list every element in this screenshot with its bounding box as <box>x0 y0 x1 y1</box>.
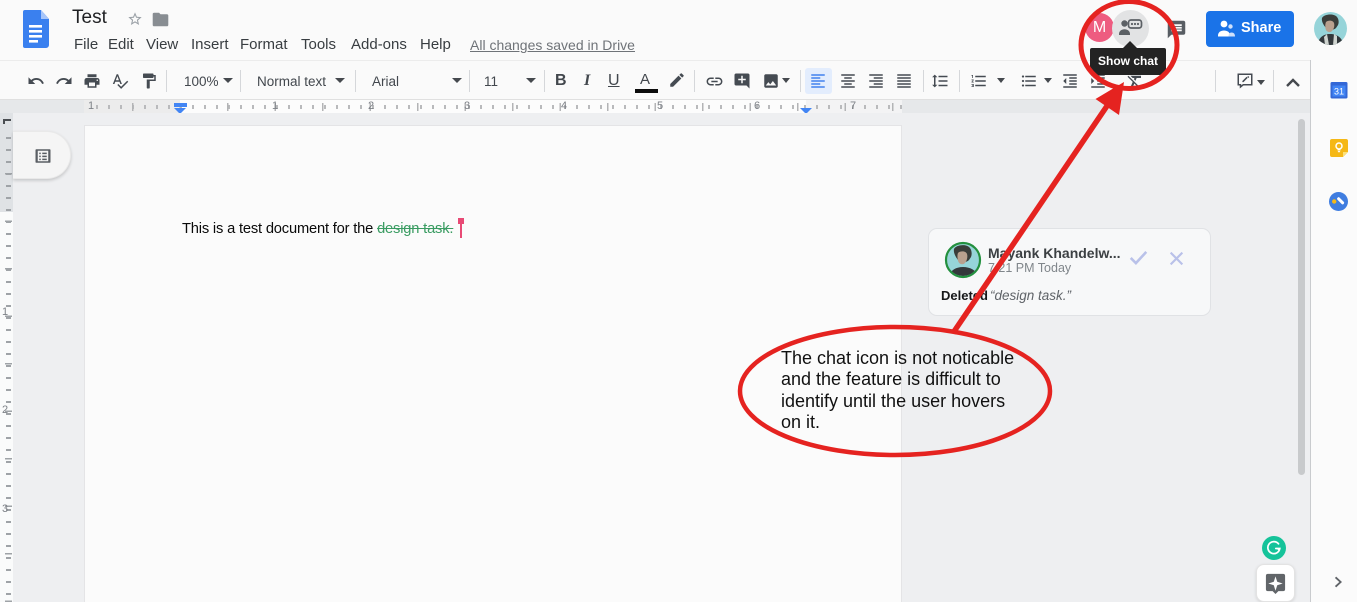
svg-text:31: 31 <box>1334 87 1344 97</box>
